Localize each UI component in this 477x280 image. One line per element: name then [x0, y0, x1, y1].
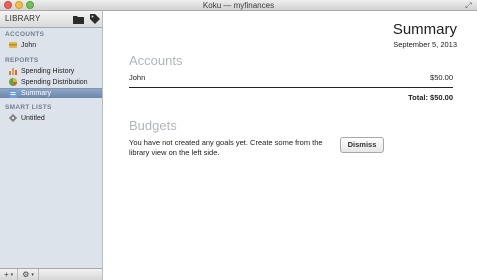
sidebar-item-untitled[interactable]: Untitled	[0, 113, 102, 123]
summary-icon	[9, 89, 17, 98]
pie-chart-icon	[9, 78, 17, 86]
gear-icon	[9, 114, 17, 122]
sidebar-item-label: Spending Distribution	[21, 78, 88, 86]
section-title-reports: REPORTS	[5, 57, 39, 64]
account-row-amount: $50.00	[430, 73, 453, 82]
summary-view: Summary September 5, 2013 Accounts John …	[104, 11, 477, 280]
library-label: LIBRARY	[5, 14, 41, 23]
section-title-smart-lists: SMART LISTS	[5, 104, 52, 111]
page-title: Summary	[392, 21, 457, 38]
sidebar-item-spending-history[interactable]: Spending History	[0, 66, 102, 76]
sidebar-item-label: John	[21, 41, 37, 49]
bar-chart-icon	[9, 67, 17, 75]
sidebar-item-label: Spending History	[21, 67, 75, 75]
budgets-heading: Budgets	[129, 118, 177, 133]
action-menu-button[interactable]: ⚙ ▾	[18, 269, 39, 280]
accounts-heading: Accounts	[129, 53, 183, 68]
section-title-accounts: ACCOUNTS	[5, 31, 45, 38]
tag-icon[interactable]	[88, 13, 101, 25]
budgets-message: You have not created any goals yet. Crea…	[129, 138, 323, 157]
chevron-down-icon: ▾	[31, 271, 34, 278]
gear-icon: ⚙	[22, 270, 30, 279]
chevron-down-icon: ▾	[10, 271, 14, 278]
sidebar-item-label: Summary	[21, 90, 51, 97]
sidebar-item-summary[interactable]: Summary	[0, 88, 102, 98]
summary-date: September 5, 2013	[393, 40, 457, 49]
sidebar-item-label: Untitled	[21, 114, 45, 122]
title-bar: Koku — myfinances ⤢	[0, 0, 477, 11]
fullscreen-icon[interactable]: ⤢	[464, 1, 473, 10]
add-menu-button[interactable]: + ▾	[0, 269, 19, 280]
accounts-total: Total: $50.00	[408, 93, 453, 102]
dismiss-button[interactable]: Dismiss	[340, 137, 384, 153]
window-title: Koku — myfinances	[202, 1, 275, 10]
sidebar: LIBRARY ACCOUNTS John REPORTS Spending H…	[0, 11, 103, 280]
folder-icon[interactable]	[72, 13, 85, 25]
sidebar-footer: + ▾ ⚙ ▾	[0, 268, 102, 280]
divider	[129, 87, 453, 88]
sidebar-header: LIBRARY	[0, 11, 102, 28]
add-icon: +	[4, 270, 9, 279]
account-row-name: John	[129, 73, 146, 82]
sidebar-item-john[interactable]: John	[0, 40, 102, 50]
account-icon	[9, 41, 17, 49]
sidebar-item-spending-distribution[interactable]: Spending Distribution	[0, 77, 102, 87]
